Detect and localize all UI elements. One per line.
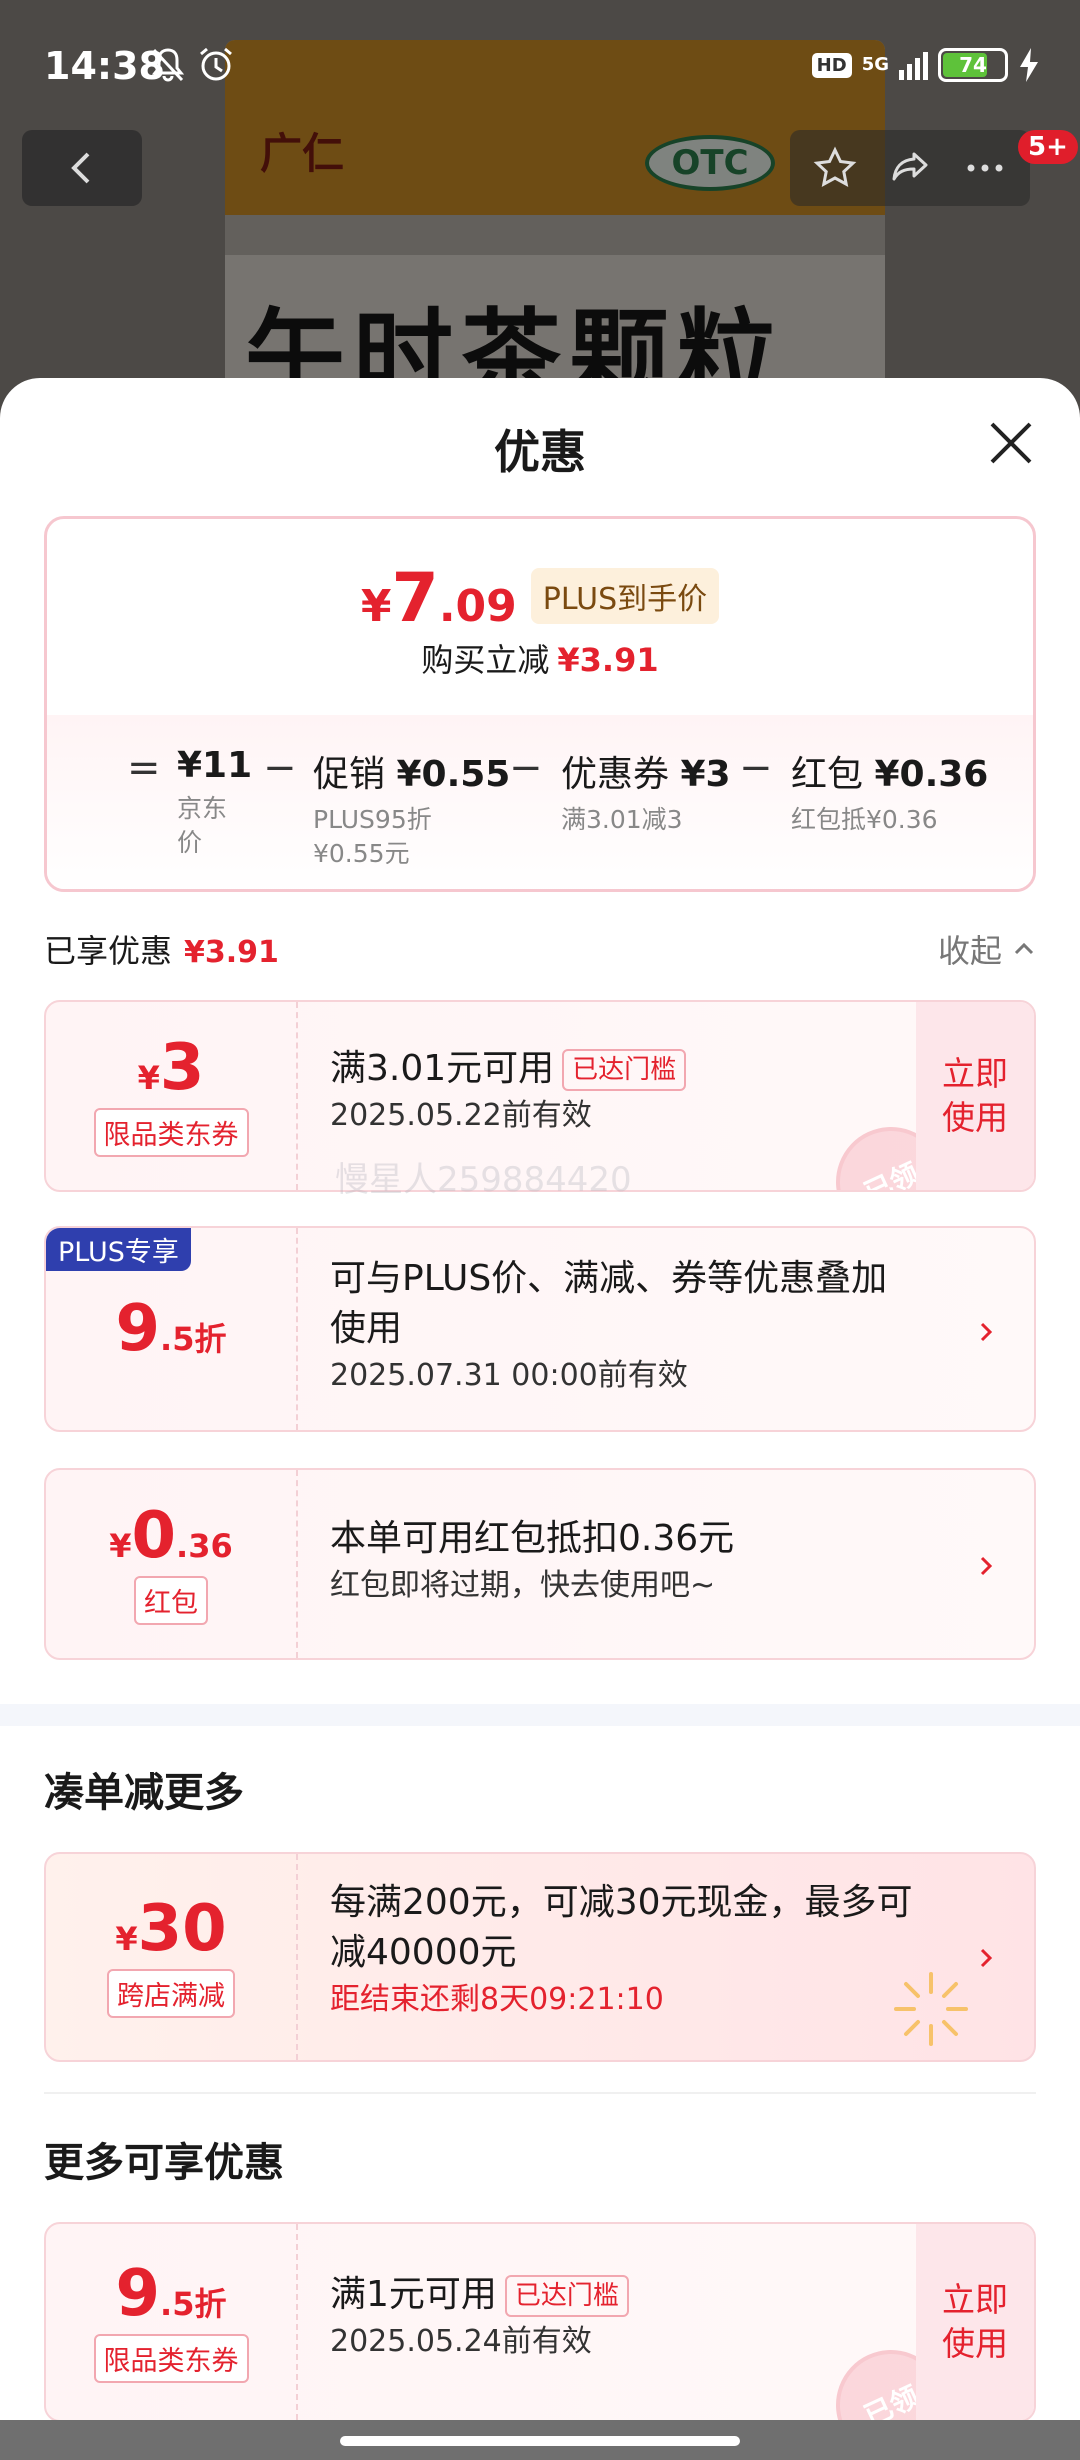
- sparkle-decoration: [894, 1972, 968, 2046]
- redpack-discount: 红包 ¥0.36 红包抵¥0.36: [791, 754, 989, 834]
- price-summary-card: ¥7.09 PLUS到手价 购买立减 ¥3.91 = ¥11 京东价 − 促销 ¥…: [44, 516, 1036, 892]
- enjoyed-discount: 已享优惠 ¥3.91: [44, 932, 279, 970]
- mute-icon: [151, 48, 185, 82]
- coupon-condition: 满3.01元可用: [330, 1048, 555, 1089]
- threshold-badge: 已达门槛: [504, 2275, 629, 2317]
- chevron-right-icon: [980, 1322, 993, 1342]
- use-now-button[interactable]: 立即使用: [916, 2224, 1034, 2420]
- coupon-expiry: 2025.05.24前有效: [330, 2324, 592, 2359]
- final-price-row: ¥7.09 PLUS到手价: [47, 559, 1033, 638]
- more-button[interactable]: [955, 138, 1015, 198]
- back-button[interactable]: [22, 130, 142, 206]
- enjoyed-value: ¥3.91: [184, 935, 279, 970]
- minus-sign: −: [263, 745, 297, 791]
- section-title-more: 凑单减更多: [44, 1770, 244, 1816]
- redpack-card[interactable]: ¥0.36 红包 本单可用红包抵扣0.36元 红包即将过期，快去使用吧~: [44, 1468, 1036, 1660]
- cross-store-tag: 跨店满减: [107, 1968, 235, 2018]
- more-icon: [967, 164, 1003, 172]
- watermark: 慢星人259884420: [335, 1160, 632, 1200]
- redpack-note: 红包即将过期，快去使用吧~: [330, 1568, 716, 1603]
- section-divider: [0, 1704, 1080, 1726]
- star-icon: [813, 146, 857, 187]
- use-now-button[interactable]: 立即使用: [916, 1002, 1034, 1190]
- share-button[interactable]: [880, 138, 940, 198]
- close-button[interactable]: [986, 418, 1036, 468]
- coupon-amount-area: 9.5折 限品类东券: [46, 2224, 298, 2420]
- coupon-type-tag: 限品类东券: [93, 2333, 249, 2383]
- discount-rate: 9.5折: [115, 1292, 227, 1366]
- coupon-condition: 满1元可用: [330, 2274, 497, 2315]
- nav-actions: [790, 130, 1030, 206]
- home-indicator[interactable]: [340, 2436, 740, 2446]
- countdown: 距结束还剩8天09:21:10: [330, 1982, 664, 2017]
- alarm-icon: [200, 47, 232, 81]
- network-type: 5G: [861, 54, 889, 75]
- promo-discount: 促销 ¥0.55 PLUS95折 ¥0.55元: [313, 754, 511, 868]
- chevron-up-icon: [1014, 942, 1034, 955]
- divider: [44, 2092, 1036, 2094]
- plus-discount-card[interactable]: PLUS专享 9.5折 可与PLUS价、满减、券等优惠叠加 使用 2025.07.…: [44, 1226, 1036, 1432]
- status-time: 14:38: [44, 44, 165, 88]
- discount-description: 可与PLUS价、满减、券等优惠叠加 使用: [330, 1258, 888, 1349]
- share-icon: [892, 152, 928, 181]
- charging-icon: [1020, 48, 1038, 82]
- chevron-right-icon: [980, 1556, 993, 1576]
- redpack-description: 本单可用红包抵扣0.36元: [330, 1518, 735, 1559]
- status-bar: 14:38 HD 5G 74: [0, 0, 1080, 130]
- threshold-badge: 已达门槛: [562, 1049, 687, 1091]
- redpack-amount: ¥0.36: [109, 1498, 233, 1573]
- coupon-info: 满1元可用 已达门槛 2025.05.24前有效: [330, 2270, 629, 2364]
- price-breakdown: = ¥11 京东价 − 促销 ¥0.55 PLUS95折 ¥0.55元 − 优惠券…: [47, 745, 1033, 875]
- cross-store-amount: ¥30: [115, 1891, 227, 1966]
- coupon-info: 满3.01元可用 已达门槛 2025.05.22前有效: [330, 1044, 687, 1138]
- hd-badge: HD: [811, 52, 852, 78]
- base-price: ¥11 京东价: [177, 745, 253, 857]
- coupon-expiry: 2025.05.22前有效: [330, 1098, 592, 1133]
- message-badge: 5+: [1018, 130, 1078, 164]
- coupon-discount-rate: 9.5折: [115, 2256, 227, 2331]
- coupon-type-tag: 限品类东券: [93, 1107, 249, 1157]
- cross-store-card[interactable]: ¥30 跨店满减 每满200元，可减30元现金，最多可 减40000元 距结束还剩…: [44, 1852, 1036, 2062]
- sheet-title: 优惠: [494, 425, 586, 479]
- coupon-amount-area: ¥3 限品类东券: [46, 1002, 298, 1190]
- signal-icon: [899, 50, 928, 80]
- saving-value: ¥3.91: [557, 641, 659, 679]
- minus-sign: −: [509, 745, 543, 791]
- battery-level: 74: [959, 53, 987, 77]
- equals-sign: =: [127, 745, 161, 791]
- coupon-info: 每满200元，可减30元现金，最多可 减40000元 距结束还剩8天09:21:1…: [330, 1878, 913, 2022]
- collapse-toggle[interactable]: 收起: [938, 926, 1036, 972]
- plus-exclusive-badge: PLUS专享: [46, 1228, 191, 1271]
- plus-price-tag: PLUS到手价: [530, 568, 720, 624]
- coupon-info: 可与PLUS价、满减、券等优惠叠加 使用 2025.07.31 00:00前有效: [330, 1254, 887, 1398]
- back-icon: [71, 152, 90, 184]
- coupon-amount-area: ¥0.36 红包: [46, 1470, 298, 1658]
- coupon-discount: 优惠券 ¥3 满3.01减3: [561, 754, 731, 834]
- discount-sheet: 优惠 ¥7.09 PLUS到手价 购买立减 ¥3.91 = ¥11 京东价 − 促…: [0, 378, 1080, 2460]
- battery-icon: 74: [938, 48, 1008, 82]
- close-icon: [990, 422, 1032, 464]
- minus-sign: −: [739, 745, 773, 791]
- section-title-extra: 更多可享优惠: [44, 2140, 284, 2186]
- saving-label: 购买立减: [421, 641, 550, 679]
- chevron-right-icon: [980, 1948, 993, 1968]
- cross-store-rule: 每满200元，可减30元现金，最多可 减40000元: [330, 1882, 913, 1973]
- redpack-tag: 红包: [134, 1575, 208, 1625]
- discount-expiry: 2025.07.31 00:00前有效: [330, 1358, 688, 1393]
- final-price: ¥7.09: [360, 559, 517, 638]
- favorite-button[interactable]: [805, 138, 865, 198]
- coupon-amount-area: ¥30 跨店满减: [46, 1854, 298, 2060]
- instant-saving: 购买立减 ¥3.91: [47, 635, 1033, 681]
- coupon-card[interactable]: 9.5折 限品类东券 满1元可用 已达门槛 2025.05.24前有效 已领 立即…: [44, 2222, 1036, 2422]
- coupon-amount: ¥3: [137, 1030, 205, 1105]
- coupon-info: 本单可用红包抵扣0.36元 红包即将过期，快去使用吧~: [330, 1514, 734, 1608]
